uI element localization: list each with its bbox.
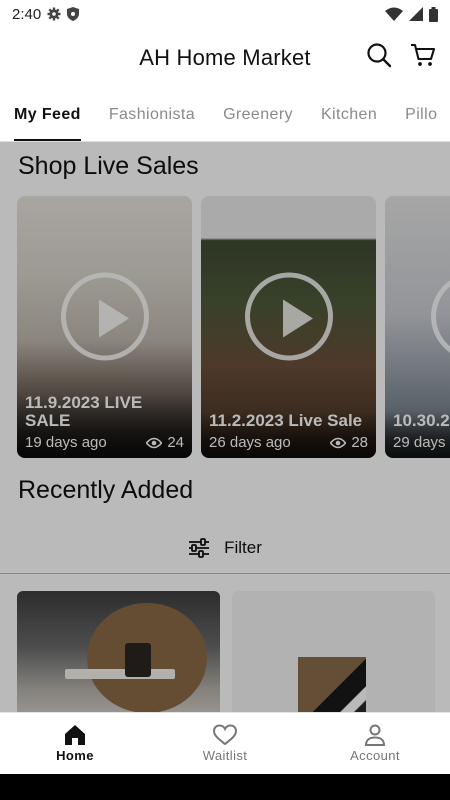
cart-icon[interactable] — [410, 42, 436, 68]
app-actions — [366, 42, 436, 68]
tab-greenery[interactable]: Greenery — [223, 88, 293, 141]
live-sale-card[interactable]: 11.2.2023 Live Sale 26 days ago 28 — [201, 196, 376, 458]
live-sale-info: 11.9.2023 LIVE SALE 19 days ago 24 — [17, 394, 192, 458]
play-icon[interactable] — [60, 272, 149, 361]
live-sales-carousel: 11.9.2023 LIVE SALE 19 days ago 24 11.2.… — [17, 196, 450, 458]
nav-waitlist-label: Waitlist — [202, 748, 248, 763]
live-sale-info: 11.2.2023 Live Sale 26 days ago 28 — [201, 412, 376, 458]
view-count: 24 — [167, 434, 184, 451]
recently-added-title: Recently Added — [18, 476, 194, 504]
product-image-detail — [65, 669, 175, 679]
search-icon[interactable] — [366, 42, 392, 68]
status-right — [385, 6, 438, 22]
live-sale-views: 28 — [330, 434, 368, 451]
eye-icon — [330, 437, 347, 449]
status-bar: 2:40 — [0, 0, 450, 28]
person-icon — [363, 724, 387, 746]
app-title: AH Home Market — [139, 45, 311, 70]
shield-icon — [67, 7, 80, 21]
filter-button[interactable]: Filter — [0, 522, 450, 574]
tab-kitchen[interactable]: Kitchen — [321, 88, 377, 141]
category-tabs: My Feed Fashionista Greenery Kitchen Pil… — [0, 88, 450, 142]
status-left: 2:40 — [12, 5, 80, 23]
live-sale-meta: 29 days — [393, 434, 450, 451]
play-icon[interactable] — [244, 272, 333, 361]
play-icon[interactable] — [431, 272, 450, 361]
nav-account[interactable]: Account — [300, 713, 450, 774]
status-time: 2:40 — [12, 5, 42, 23]
nav-waitlist[interactable]: Waitlist — [150, 713, 300, 774]
nav-home[interactable]: Home — [0, 713, 150, 774]
live-sale-card[interactable]: 11.9.2023 LIVE SALE 19 days ago 24 — [17, 196, 192, 458]
product-card[interactable] — [232, 591, 435, 712]
nav-account-label: Account — [350, 748, 400, 763]
wifi-icon — [385, 7, 403, 21]
main-content: Shop Live Sales 11.9.2023 LIVE SALE 19 d… — [0, 142, 450, 712]
live-sale-title: 11.9.2023 LIVE SALE — [25, 393, 143, 430]
tab-fashionista[interactable]: Fashionista — [109, 88, 195, 141]
live-sale-title: 11.2.2023 Live Sale — [209, 411, 363, 430]
live-sale-meta: 26 days ago 28 — [209, 434, 368, 451]
live-sale-title: 10.30.2 — [393, 411, 450, 430]
settings-gear-icon — [47, 7, 61, 21]
live-sale-views: 24 — [146, 434, 184, 451]
live-sale-age: 26 days ago — [209, 434, 291, 451]
heart-icon — [212, 724, 238, 746]
filter-label: Filter — [224, 537, 262, 557]
app-bar: AH Home Market — [0, 28, 450, 88]
live-sale-age: 19 days ago — [25, 434, 107, 451]
filter-sliders-icon — [188, 537, 210, 558]
view-count: 28 — [351, 434, 368, 451]
live-sale-card[interactable]: 10.30.2 29 days — [385, 196, 450, 458]
live-sale-info: 10.30.2 29 days — [385, 412, 450, 458]
home-icon — [63, 724, 87, 746]
live-sale-meta: 19 days ago 24 — [25, 434, 184, 451]
live-sales-title: Shop Live Sales — [18, 152, 199, 180]
bottom-nav: Home Waitlist Account — [0, 712, 450, 774]
live-sale-age: 29 days — [393, 434, 446, 451]
recent-products — [17, 591, 435, 712]
battery-icon — [429, 6, 438, 22]
product-image-detail — [125, 643, 151, 677]
product-image — [298, 657, 366, 712]
product-card[interactable] — [17, 591, 220, 712]
tab-my-feed[interactable]: My Feed — [14, 88, 81, 141]
signal-icon — [409, 7, 423, 21]
system-navigation-bar — [0, 774, 450, 800]
nav-home-label: Home — [56, 748, 94, 763]
eye-icon — [146, 437, 163, 449]
tab-pillows[interactable]: Pillo — [405, 88, 437, 141]
